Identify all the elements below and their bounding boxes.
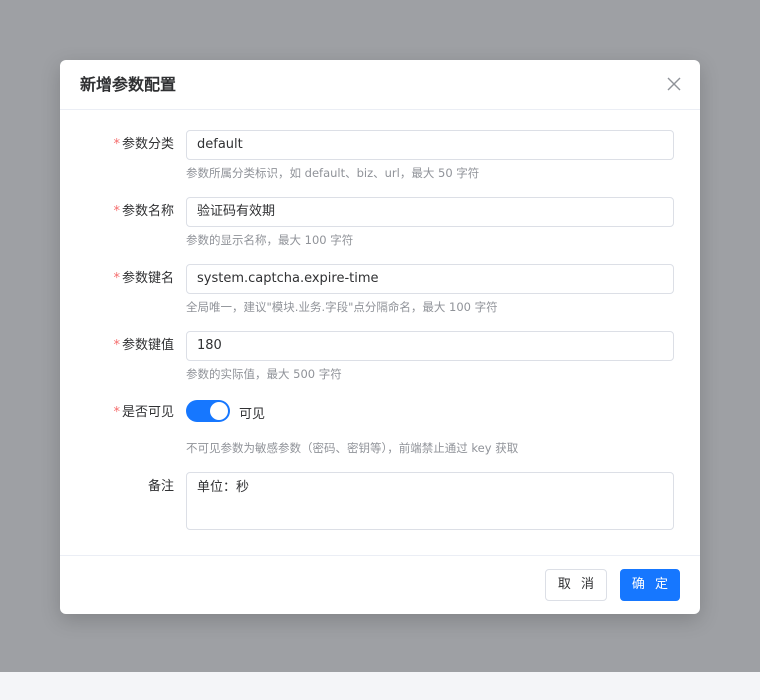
remark-textarea[interactable]: 单位：秒 (186, 472, 674, 530)
dialog-title: 新增参数配置 (80, 75, 177, 94)
required-star: * (113, 405, 120, 420)
required-star: * (113, 204, 120, 219)
dialog-footer: 取 消 确 定 (60, 555, 700, 615)
key-label: * 参数键名 (113, 271, 174, 286)
required-star: * (113, 137, 120, 152)
required-star: * (113, 271, 120, 286)
value-hint: 参数的实际值，最大 500 字符 (186, 367, 342, 381)
key-hint: 全局唯一，建议"模块.业务.字段"点分隔命名，最大 100 字符 (186, 300, 498, 314)
dialog-header: 新增参数配置 (60, 60, 700, 110)
category-label: * 参数分类 (113, 137, 174, 152)
key-input[interactable]: system.captcha.expire-time (186, 264, 674, 294)
required-star: * (113, 338, 120, 353)
category-hint: 参数所属分类标识，如 default、biz、url，最大 50 字符 (186, 166, 480, 180)
name-input[interactable]: 验证码有效期 (186, 197, 674, 227)
remark-label: 备注 (147, 479, 174, 494)
visible-switch-text: 可见 (239, 407, 266, 422)
close-icon[interactable] (666, 76, 682, 92)
visible-switch[interactable] (186, 400, 230, 422)
confirm-button[interactable]: 确 定 (620, 569, 680, 601)
page-background (0, 672, 760, 700)
switch-knob (210, 402, 228, 420)
name-hint: 参数的显示名称，最大 100 字符 (186, 233, 354, 247)
value-label: * 参数键值 (113, 338, 174, 353)
cancel-button[interactable]: 取 消 (545, 569, 607, 601)
visible-hint: 不可见参数为敏感参数（密码、密钥等），前端禁止通过 key 获取 (186, 441, 519, 455)
name-label: * 参数名称 (113, 204, 174, 219)
add-parameter-dialog: 新增参数配置 * 参数分类 default 参数所属分类标识，如 default、… (60, 60, 700, 614)
value-input[interactable]: 180 (186, 331, 674, 361)
category-input[interactable]: default (186, 130, 674, 160)
visible-label: * 是否可见 (113, 405, 174, 420)
